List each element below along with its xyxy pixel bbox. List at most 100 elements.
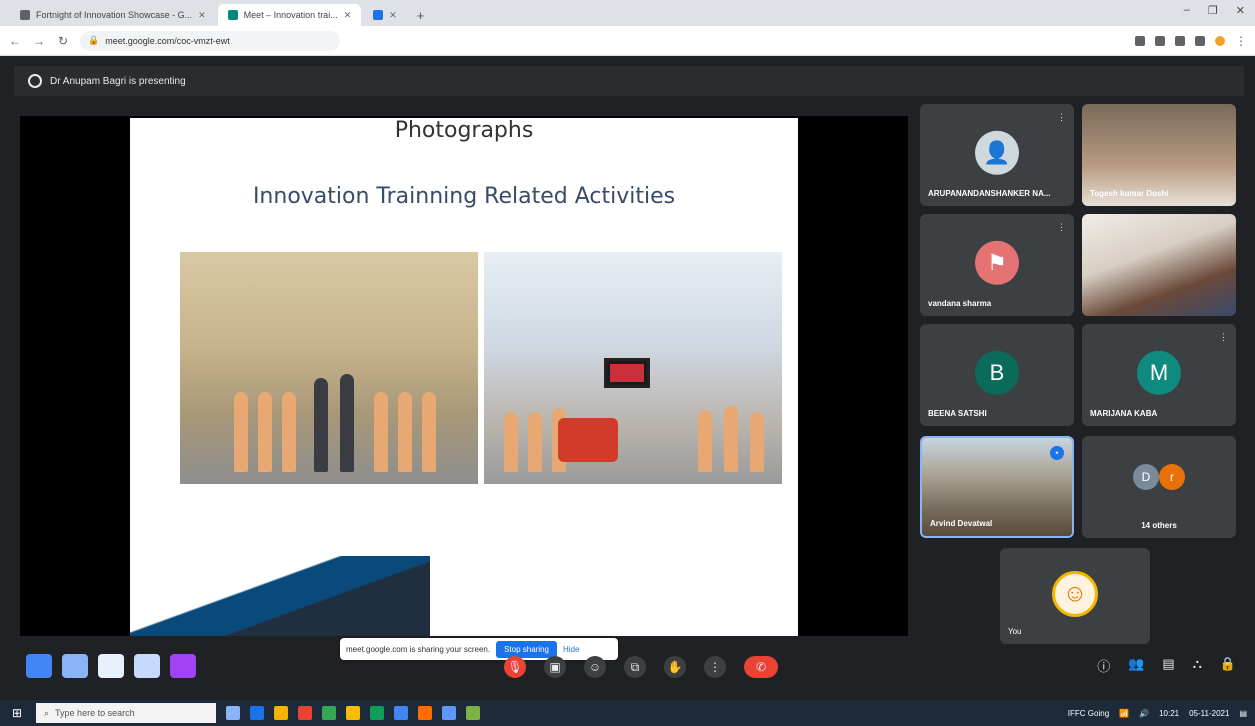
captions-icon[interactable]: ☺ [584, 656, 606, 678]
new-tab-button[interactable]: + [409, 4, 433, 26]
present-screen-icon[interactable]: ⧉ [624, 656, 646, 678]
raise-hand-icon[interactable]: ✋ [664, 656, 686, 678]
person-figure [282, 392, 296, 472]
tab-favicon-icon [20, 10, 30, 20]
reload-icon[interactable]: ↻ [56, 34, 70, 48]
app-icon[interactable] [170, 654, 196, 678]
taskbar-search-field[interactable]: ⌕ Type here to search [36, 703, 216, 723]
person-figure [528, 412, 542, 472]
participant-tile-active[interactable]: • Arvind Devatwal [920, 436, 1074, 538]
app-icon[interactable] [322, 706, 336, 720]
presentation-stage: Photographs Innovation Trainning Related… [20, 116, 908, 660]
app-icon[interactable] [394, 706, 408, 720]
app-icon[interactable] [442, 706, 456, 720]
forward-icon[interactable]: → [32, 34, 46, 48]
tab-third[interactable]: ✕ [363, 4, 407, 26]
clock-time[interactable]: 10:21 [1159, 709, 1179, 718]
app-icon[interactable] [466, 706, 480, 720]
windows-start-icon[interactable]: ⊞ [8, 706, 26, 720]
browser-tab-bar: Fortnight of Innovation Showcase - G... … [0, 0, 1255, 26]
close-tab-icon[interactable]: ✕ [389, 10, 397, 21]
chat-icon[interactable]: ▤ [1162, 656, 1174, 675]
extension-icon[interactable] [1175, 35, 1185, 46]
chrome-icon[interactable] [298, 706, 312, 720]
volume-icon[interactable]: 🔊 [1139, 709, 1149, 718]
camera-icon[interactable] [1135, 35, 1145, 46]
participant-video [1082, 214, 1236, 316]
app-icon[interactable] [134, 654, 160, 678]
tab-label: Meet – Innovation trai... [243, 10, 338, 20]
star-icon[interactable] [1155, 35, 1165, 46]
activities-icon[interactable]: ⛬ [1193, 656, 1202, 675]
puzzle-icon[interactable] [1195, 35, 1205, 46]
edge-icon[interactable] [250, 706, 264, 720]
window-controls: – ❐ ✕ [1184, 4, 1245, 17]
url-text: meet.google.com/coc-vmzt-ewt [105, 35, 230, 46]
notifications-icon[interactable]: ▤ [1239, 709, 1247, 718]
person-figure [374, 392, 388, 472]
slide-title: Photographs [394, 118, 534, 143]
camera-icon[interactable]: ▣ [544, 656, 566, 678]
app-icon[interactable] [26, 654, 52, 678]
app-icon[interactable] [370, 706, 384, 720]
presenting-banner: Dr Anupam Bagri is presenting [14, 66, 1244, 96]
lock-icon: 🔒 [88, 35, 100, 45]
present-icon [28, 74, 42, 88]
info-icon[interactable]: ⓘ [1097, 656, 1110, 675]
participant-tile[interactable] [1082, 214, 1236, 316]
participant-tile-others[interactable]: D r 14 others [1082, 436, 1236, 538]
tab-showcase[interactable]: Fortnight of Innovation Showcase - G... … [10, 4, 216, 26]
more-options-icon[interactable]: ⋮ [1057, 222, 1066, 233]
floating-apps [26, 654, 196, 678]
more-options-icon[interactable]: ⋮ [1219, 332, 1228, 343]
tab-label: Fortnight of Innovation Showcase - G... [36, 10, 193, 20]
menu-kebab-icon[interactable]: ⋮ [1235, 34, 1247, 48]
side-controls: ⓘ 👥 ▤ ⛬ 🔒 [1097, 656, 1236, 675]
task-view-icon[interactable] [226, 706, 240, 720]
close-window-button[interactable]: ✕ [1236, 4, 1245, 17]
participant-tile[interactable]: ⚑ ⋮ vandana sharma [920, 214, 1074, 316]
self-view-tile[interactable]: ☺ You [1000, 548, 1150, 644]
hide-banner-button[interactable]: Hide [563, 645, 579, 654]
app-icon[interactable] [62, 654, 88, 678]
url-field[interactable]: 🔒 meet.google.com/coc-vmzt-ewt [80, 30, 340, 51]
app-icon[interactable] [418, 706, 432, 720]
participant-tile[interactable]: B BEENA SATSHI [920, 324, 1074, 426]
person-figure [750, 412, 764, 472]
participant-tile[interactable]: 👤 ⋮ ARUPANANDANSHANKER NA... [920, 104, 1074, 206]
end-call-button[interactable]: ✆ [744, 656, 778, 678]
profile-avatar-icon[interactable] [1215, 35, 1225, 46]
participant-tile[interactable]: M ⋮ MARIJANA KABA [1082, 324, 1236, 426]
address-bar: ← → ↻ 🔒 meet.google.com/coc-vmzt-ewt ⋮ [0, 26, 1255, 56]
participant-name: MARIJANA KABA [1090, 409, 1158, 418]
shared-slide: Photographs Innovation Trainning Related… [130, 118, 798, 636]
avatar: B [975, 350, 1019, 395]
tab-favicon-icon [373, 10, 384, 20]
back-icon[interactable]: ← [8, 34, 22, 48]
search-placeholder: Type here to search [55, 708, 135, 718]
self-name: You [1008, 627, 1022, 636]
host-controls-icon[interactable]: 🔒 [1220, 656, 1236, 675]
network-icon[interactable]: 📶 [1119, 709, 1129, 718]
computer-monitor [604, 358, 650, 388]
avatar: M [1137, 350, 1181, 395]
file-explorer-icon[interactable] [274, 706, 288, 720]
windows-taskbar: ⊞ ⌕ Type here to search IFFC Going 📶 🔊 1… [0, 700, 1255, 726]
app-icon[interactable] [98, 654, 124, 678]
close-tab-icon[interactable]: ✕ [198, 10, 206, 21]
person-figure [422, 392, 436, 472]
slide-subtitle: Innovation Trainning Related Activities [252, 184, 676, 209]
more-options-icon[interactable]: ⋮ [1057, 112, 1066, 123]
search-icon: ⌕ [44, 707, 50, 718]
tab-meet[interactable]: Meet – Innovation trai... ✕ [217, 4, 362, 26]
minimize-button[interactable]: – [1184, 4, 1190, 17]
close-tab-icon[interactable]: ✕ [344, 10, 352, 21]
mic-off-icon[interactable]: 🎙 [504, 656, 526, 678]
maximize-button[interactable]: ❐ [1208, 4, 1218, 17]
people-icon[interactable]: 👥 [1128, 656, 1144, 675]
participant-tile[interactable]: Togesh kumar Doshi [1082, 104, 1236, 206]
more-options-icon[interactable]: ⋮ [704, 656, 726, 678]
clock-date[interactable]: 05-11-2021 [1189, 709, 1229, 718]
app-icon[interactable] [346, 706, 360, 720]
tray-status[interactable]: IFFC Going [1068, 709, 1109, 718]
